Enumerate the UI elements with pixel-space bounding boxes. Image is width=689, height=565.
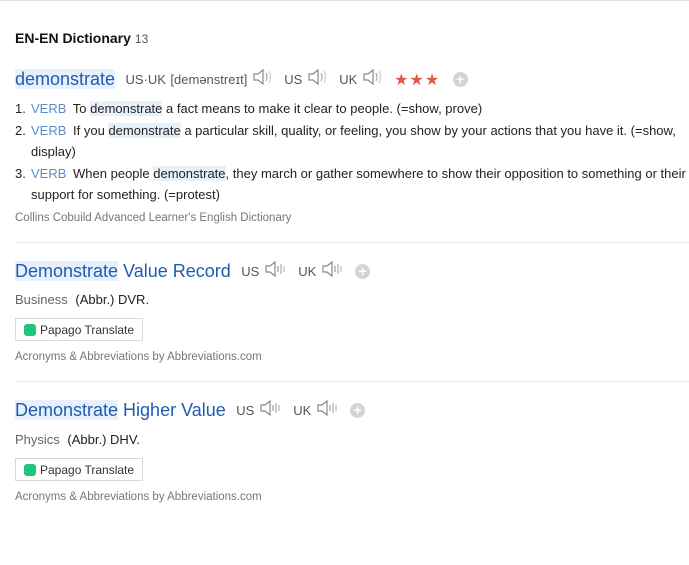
speaker-icon[interactable] — [259, 398, 285, 423]
speaker-icon[interactable] — [362, 67, 386, 92]
definition-list: 1. VERB To demonstrate a fact means to m… — [15, 98, 689, 206]
entry-header: Demonstrate Higher Value US UK + — [15, 398, 366, 423]
definition-item: 1. VERB To demonstrate a fact means to m… — [15, 98, 689, 119]
us-label: US — [236, 403, 255, 418]
uk-label: UK — [293, 403, 312, 418]
part-of-speech: VERB — [31, 101, 67, 116]
definition-highlight: demonstrate — [153, 166, 226, 181]
divider — [15, 242, 689, 243]
definition-text-post: a fact means to make it clear to people.… — [162, 101, 483, 116]
definition-text-pre: To — [72, 101, 91, 116]
add-icon[interactable]: + — [355, 264, 371, 279]
definition-text-pre: If you — [73, 123, 109, 138]
dictionary-source: Acronyms & Abbreviations by Abbreviation… — [15, 491, 262, 503]
divider — [15, 381, 689, 382]
entry-header: Demonstrate Value Record US UK + — [15, 259, 371, 284]
speaker-icon[interactable] — [316, 398, 342, 423]
add-icon[interactable]: + — [350, 403, 366, 418]
definition-item: 3. VERB When people demonstrate, they ma… — [15, 163, 689, 205]
definition-item: 2. VERB If you demonstrate a particular … — [15, 120, 689, 162]
definition-number: 3. — [15, 166, 26, 181]
papago-icon — [24, 463, 36, 476]
headword-link[interactable]: Demonstrate Higher Value — [15, 400, 226, 420]
papago-translate-button[interactable]: Papago Translate — [15, 318, 144, 341]
headword-rest: Value Record — [118, 261, 231, 281]
pronunciation-label: US·UK — [125, 72, 166, 87]
uk-label: UK — [339, 72, 358, 87]
headword-link[interactable]: demonstrate — [15, 69, 116, 89]
definition-text-pre: When people — [73, 166, 154, 181]
dictionary-panel: EN-EN Dictionary 13 demonstrate US·UK [de… — [0, 0, 689, 565]
definition-number: 2. — [15, 123, 26, 138]
frequency-stars: ★★★ — [394, 71, 441, 89]
dictionary-source: Collins Cobuild Advanced Learner's Engli… — [15, 212, 292, 224]
papago-translate-label: Papago Translate — [40, 463, 135, 477]
headword-link[interactable]: Demonstrate Value Record — [15, 261, 231, 281]
field-label: Business — [15, 292, 68, 307]
abbreviation-line: Physics (Abbr.) DHV. — [15, 432, 140, 447]
entry-header: demonstrate US·UK [demənstreɪt] US UK ★★… — [15, 67, 468, 92]
speaker-icon[interactable] — [321, 259, 347, 284]
headword-highlight: Demonstrate — [15, 261, 119, 281]
add-icon[interactable]: + — [452, 72, 468, 87]
pronunciation-text: [demənstreɪt] — [170, 72, 248, 87]
papago-translate-label: Papago Translate — [40, 323, 135, 337]
result-count: 13 — [134, 32, 149, 46]
speaker-icon[interactable] — [252, 67, 276, 92]
section-title-text: EN-EN Dictionary — [15, 30, 131, 46]
definition-highlight: demonstrate — [90, 101, 163, 116]
headword-highlight: Demonstrate — [15, 400, 119, 420]
abbreviation-text: (Abbr.) DHV. — [67, 432, 140, 447]
us-label: US — [241, 264, 260, 279]
section-title: EN-EN Dictionary 13 — [15, 30, 148, 46]
definition-number: 1. — [15, 101, 26, 116]
headword-rest: Higher Value — [118, 400, 226, 420]
papago-translate-button[interactable]: Papago Translate — [15, 458, 144, 481]
abbreviation-line: Business (Abbr.) DVR. — [15, 292, 149, 307]
uk-label: UK — [298, 264, 317, 279]
papago-icon — [24, 323, 36, 336]
speaker-icon[interactable] — [264, 259, 290, 284]
part-of-speech: VERB — [31, 123, 67, 138]
dictionary-source: Acronyms & Abbreviations by Abbreviation… — [15, 351, 262, 363]
abbreviation-text: (Abbr.) DVR. — [75, 292, 150, 307]
definition-highlight: demonstrate — [108, 123, 181, 138]
speaker-icon[interactable] — [307, 67, 331, 92]
part-of-speech: VERB — [31, 166, 67, 181]
us-label: US — [284, 72, 303, 87]
field-label: Physics — [15, 432, 60, 447]
